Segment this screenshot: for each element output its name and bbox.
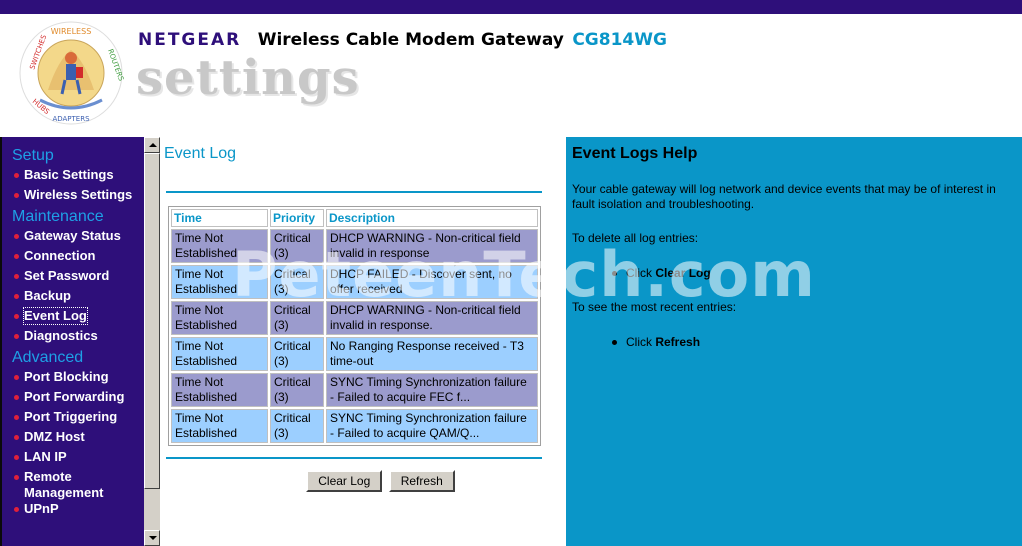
cell-description: DHCP WARNING - Non-critical field invali… [326,301,538,335]
bullet-icon [612,340,617,346]
bullet-icon [14,435,19,440]
clear-log-button[interactable]: Clear Log [306,470,383,492]
table-row: Time Not Established Critical (3) DHCP W… [171,229,538,263]
table-row: Time Not Established Critical (3) DHCP F… [171,265,538,299]
bullet-icon [14,193,19,198]
help-title: Event Logs Help [572,145,698,162]
button-row: Clear Log Refresh [160,470,566,492]
nav-item-port-blocking[interactable]: Port Blocking [4,369,144,389]
nav-section-setup: Setup [12,147,54,164]
nav-item-basic-settings[interactable]: Basic Settings [4,167,144,187]
nav-frame: Setup Basic Settings Wireless Settings M… [0,137,160,546]
bullet-icon [14,294,19,299]
cell-description: DHCP WARNING - Non-critical field invali… [326,229,538,263]
table-row: Time Not Established Critical (3) DHCP W… [171,301,538,335]
cell-priority: Critical (3) [270,265,324,299]
page-title: Event Log [164,145,237,162]
column-header-time: Time [171,209,268,227]
model-number: CG814WG [572,30,667,50]
column-header-description: Description [326,209,538,227]
nav-section-maintenance: Maintenance [12,208,104,225]
cell-priority: Critical (3) [270,373,324,407]
nav-item-upnp[interactable]: UPnP [4,501,144,521]
divider [166,191,542,193]
cell-priority: Critical (3) [270,337,324,371]
scroll-down-icon[interactable] [144,530,160,546]
bullet-icon [14,507,19,512]
nav-item-diagnostics[interactable]: Diagnostics [4,328,144,348]
event-log-table: Time Priority Description Time Not Estab… [168,206,541,446]
nav-item-remote-management[interactable]: Remote Management [4,469,144,501]
bullet-icon [14,395,19,400]
column-header-priority: Priority [270,209,324,227]
svg-text:ADAPTERS: ADAPTERS [52,115,90,123]
bullet-icon [14,475,19,480]
cell-description: SYNC Timing Synchronization failure - Fa… [326,373,538,407]
nav-item-port-forwarding[interactable]: Port Forwarding [4,389,144,409]
help-list-item: Click Refresh [612,335,700,349]
table-row: Time Not Established Critical (3) SYNC T… [171,373,538,407]
title-line: NETGEAR Wireless Cable Modem Gateway CG8… [138,30,667,50]
nav-item-lan-ip[interactable]: LAN IP [4,449,144,469]
help-refresh-heading: To see the most recent entries: [572,300,737,314]
netgear-logo: WIRELESS SWITCHES ROUTERS ADAPTERS HUBS [19,21,124,125]
divider [166,457,542,459]
scroll-thumb[interactable] [144,153,160,489]
cell-priority: Critical (3) [270,229,324,263]
cell-priority: Critical (3) [270,409,324,443]
cell-description: No Ranging Response received - T3 time-o… [326,337,538,371]
top-bar [0,0,1022,14]
table-header-row: Time Priority Description [171,209,538,227]
help-intro: Your cable gateway will log network and … [572,182,996,211]
help-delete-heading: To delete all log entries: [572,231,699,245]
bullet-icon [14,274,19,279]
svg-text:WIRELESS: WIRELESS [51,27,92,36]
settings-banner: settings [136,50,360,106]
help-list-item: Click Clear Log [612,266,711,280]
refresh-button[interactable]: Refresh [388,470,455,492]
bullet-icon [612,271,617,277]
brand-name: NETGEAR [138,30,242,50]
header: WIRELESS SWITCHES ROUTERS ADAPTERS HUBS … [0,14,1022,130]
nav-item-backup[interactable]: Backup [4,288,144,308]
bullet-icon [14,334,19,339]
nav-item-connection[interactable]: Connection [4,248,144,268]
product-name: Wireless Cable Modem Gateway [257,30,564,50]
help-pane: Event Logs Help Your cable gateway will … [566,137,1022,546]
nav-item-wireless-settings[interactable]: Wireless Settings [4,187,144,207]
table-row: Time Not Established Critical (3) SYNC T… [171,409,538,443]
nav-item-gateway-status[interactable]: Gateway Status [4,228,144,248]
bullet-icon [14,455,19,460]
cell-time: Time Not Established [171,409,268,443]
cell-time: Time Not Established [171,337,268,371]
bullet-icon [14,254,19,259]
nav-item-event-log[interactable]: Event Log [4,307,144,328]
bullet-icon [14,234,19,239]
nav-item-port-triggering[interactable]: Port Triggering [4,409,144,429]
cell-description: DHCP FAILED - Discover sent, no offer re… [326,265,538,299]
sidebar-nav: Setup Basic Settings Wireless Settings M… [4,137,144,546]
bullet-icon [14,375,19,380]
cell-time: Time Not Established [171,301,268,335]
table-row: Time Not Established Critical (3) No Ran… [171,337,538,371]
main-content: Event Log Time Priority Description Time… [160,137,566,546]
cell-time: Time Not Established [171,265,268,299]
cell-time: Time Not Established [171,229,268,263]
bullet-icon [14,314,19,319]
nav-scrollbar[interactable] [144,137,160,546]
bullet-icon [14,415,19,420]
cell-description: SYNC Timing Synchronization failure - Fa… [326,409,538,443]
nav-item-set-password[interactable]: Set Password [4,268,144,288]
nav-section-advanced: Advanced [12,349,84,366]
cell-priority: Critical (3) [270,301,324,335]
cell-time: Time Not Established [171,373,268,407]
bullet-icon [14,173,19,178]
nav-item-dmz-host[interactable]: DMZ Host [4,429,144,449]
scroll-up-icon[interactable] [144,137,160,153]
